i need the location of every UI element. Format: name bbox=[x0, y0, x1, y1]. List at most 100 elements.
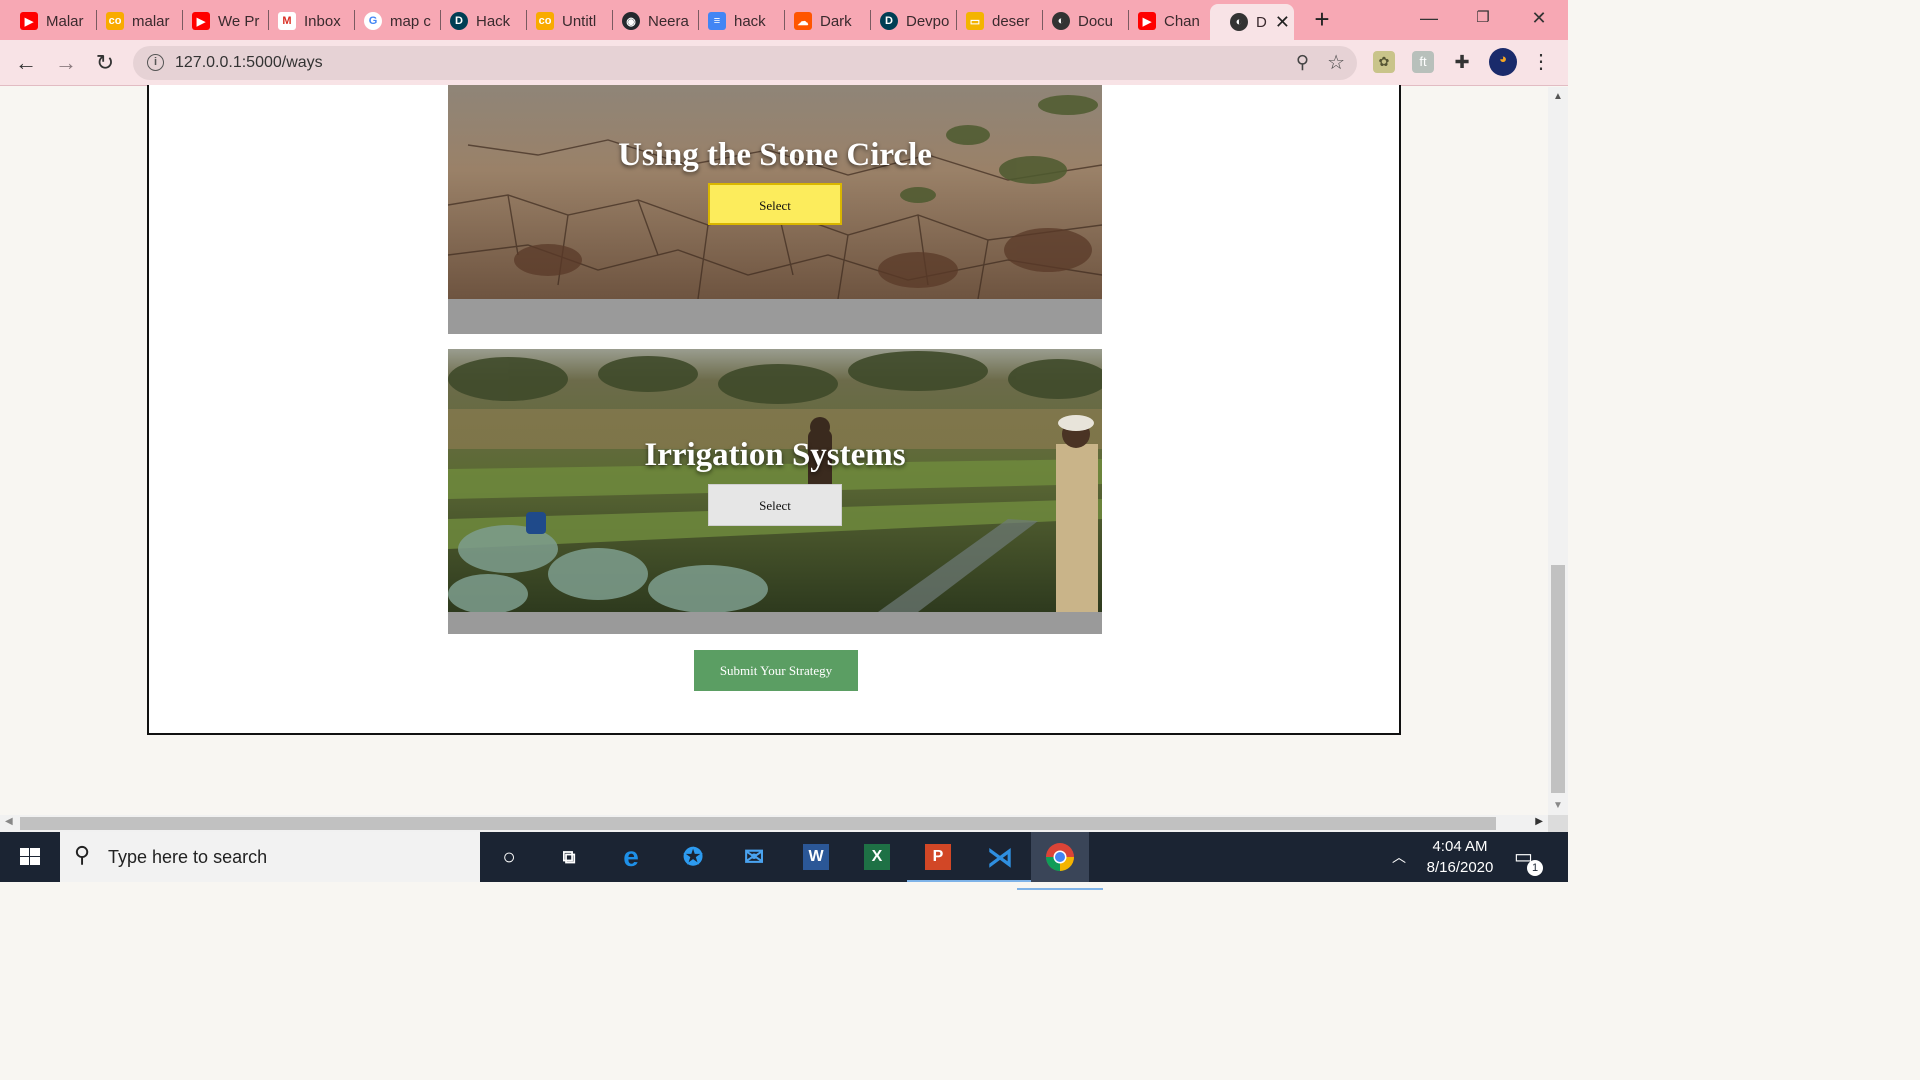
horizontal-scroll-thumb[interactable] bbox=[20, 817, 1496, 830]
clock-time: 4:04 AM bbox=[1432, 838, 1488, 855]
back-icon[interactable]: ← bbox=[12, 49, 40, 77]
tab-9[interactable]: ≡ hack bbox=[688, 6, 784, 36]
tab-13[interactable]: ◐ Docu bbox=[1032, 6, 1128, 36]
close-window-icon[interactable]: ✕ bbox=[1514, 4, 1564, 34]
soundcloud-icon: ☁ bbox=[794, 12, 812, 30]
extensions-puzzle-icon[interactable]: ✚ bbox=[1451, 51, 1473, 73]
colab-icon: co bbox=[536, 12, 554, 30]
tab-4[interactable]: M Inbox bbox=[258, 6, 354, 36]
youtube-icon: ▶ bbox=[192, 12, 210, 30]
google-icon: G bbox=[364, 12, 382, 30]
profile-avatar[interactable]: ◕ bbox=[1489, 48, 1517, 76]
strategy-card-irrigation: Irrigation Systems Select bbox=[448, 349, 1102, 634]
close-tab-icon[interactable]: ✕ bbox=[1275, 12, 1290, 33]
menu-kebab-icon[interactable]: ⋮ bbox=[1530, 51, 1552, 73]
tab-12[interactable]: ▭ deser bbox=[946, 6, 1042, 36]
tab-10[interactable]: ☁ Dark bbox=[774, 6, 870, 36]
extension-icon[interactable]: ft bbox=[1412, 51, 1434, 73]
tab-label: deser bbox=[992, 12, 1030, 30]
colab-icon: co bbox=[106, 12, 124, 30]
scroll-up-arrow-icon[interactable]: ▲ bbox=[1553, 91, 1563, 102]
extension-icon[interactable]: ✿ bbox=[1373, 51, 1395, 73]
tab-label: D bbox=[1256, 13, 1267, 31]
tab-1[interactable]: ▶ Malar bbox=[0, 6, 96, 36]
tab-2[interactable]: co malar bbox=[86, 6, 182, 36]
scroll-left-arrow-icon[interactable]: ◀ bbox=[5, 816, 13, 827]
strategy-card-stone-circle: Using the Stone Circle Select bbox=[448, 85, 1102, 334]
word-icon[interactable]: W bbox=[799, 840, 833, 874]
info-icon[interactable]: i bbox=[147, 54, 164, 71]
task-view-icon[interactable]: ⧉ bbox=[552, 840, 586, 874]
forward-icon[interactable]: → bbox=[52, 49, 80, 77]
vscode-icon[interactable]: ⋊ bbox=[969, 840, 1031, 882]
chrome-icon[interactable] bbox=[1017, 832, 1103, 890]
vertical-scrollbar[interactable]: ▲ ▼ bbox=[1548, 87, 1568, 815]
tab-6[interactable]: D Hack bbox=[430, 6, 526, 36]
card-title: Using the Stone Circle bbox=[618, 137, 932, 173]
windows-taskbar: ⚲ Type here to search ○ ⧉ e ✪ ✉ W X P ⋊ … bbox=[0, 832, 1568, 890]
tab-active[interactable]: ◐ D ✕ bbox=[1210, 4, 1294, 40]
search-placeholder: Type here to search bbox=[108, 847, 268, 867]
notification-count-badge: 1 bbox=[1527, 860, 1543, 876]
start-button[interactable] bbox=[0, 832, 60, 882]
url-text: 127.0.0.1:5000/ways bbox=[175, 54, 323, 71]
tab-11[interactable]: D Devpo bbox=[860, 6, 956, 36]
gmail-icon: M bbox=[278, 12, 296, 30]
devpost-icon: D bbox=[450, 12, 468, 30]
clock[interactable]: 4:04 AM 8/16/2020 bbox=[1420, 838, 1500, 888]
devpost-icon: D bbox=[880, 12, 898, 30]
powerpoint-icon[interactable]: P bbox=[907, 840, 969, 882]
tab-label: Inbox bbox=[304, 12, 341, 30]
mail-icon[interactable]: ✉ bbox=[737, 840, 771, 874]
tab-label: Hack bbox=[476, 12, 511, 30]
globe-icon: ◐ bbox=[1052, 12, 1070, 30]
tab-label: Dark bbox=[820, 12, 852, 30]
scroll-down-arrow-icon[interactable]: ▼ bbox=[1553, 800, 1563, 811]
zoom-icon[interactable]: ⚲ bbox=[1296, 52, 1309, 73]
tab-label: Docu bbox=[1078, 12, 1114, 30]
scroll-right-arrow-icon[interactable]: ▶ bbox=[1535, 816, 1543, 827]
card-title: Irrigation Systems bbox=[644, 437, 906, 473]
select-button-irrigation[interactable]: Select bbox=[708, 484, 842, 526]
browser-toolbar: ← → ↻ i 127.0.0.1:5000/ways ⚲ ☆ ✿ ft ✚ ◕… bbox=[0, 40, 1568, 86]
strategy-container: Using the Stone Circle Select Irrigation… bbox=[147, 85, 1401, 735]
new-tab-icon[interactable]: + bbox=[1310, 6, 1334, 34]
cortana-icon[interactable]: ○ bbox=[492, 840, 526, 874]
safari-like-icon[interactable]: ✪ bbox=[676, 840, 710, 874]
tab-7[interactable]: co Untitl bbox=[516, 6, 612, 36]
tab-8[interactable]: ◉ Neera bbox=[602, 6, 698, 36]
tab-label: Devpo bbox=[906, 12, 950, 30]
globe-icon: ◐ bbox=[1230, 13, 1248, 31]
taskbar-search-box[interactable]: ⚲ Type here to search bbox=[60, 832, 480, 882]
show-hidden-icons-icon[interactable]: ︿ bbox=[1392, 847, 1406, 897]
restore-icon[interactable]: ❐ bbox=[1458, 4, 1508, 34]
clock-date: 8/16/2020 bbox=[1426, 859, 1494, 876]
slides-icon: ▭ bbox=[966, 12, 984, 30]
tab-5[interactable]: G map c bbox=[344, 6, 440, 36]
select-button-stone-circle[interactable]: Select bbox=[708, 183, 842, 225]
address-bar[interactable]: i 127.0.0.1:5000/ways ⚲ ☆ bbox=[133, 46, 1357, 80]
minimize-icon[interactable]: — bbox=[1404, 4, 1454, 34]
scrollbar-corner bbox=[1548, 815, 1568, 832]
tab-label: map c bbox=[390, 12, 431, 30]
submit-strategy-button[interactable]: Submit Your Strategy bbox=[694, 650, 858, 691]
tab-label: malar bbox=[132, 12, 170, 30]
vertical-scroll-thumb[interactable] bbox=[1551, 565, 1565, 793]
tab-label: Malar bbox=[46, 12, 84, 30]
excel-icon[interactable]: X bbox=[860, 840, 894, 874]
tab-label: hack bbox=[734, 12, 766, 30]
horizontal-scrollbar[interactable]: ◀ ▶ bbox=[0, 815, 1548, 832]
page-viewport: Using the Stone Circle Select Irrigation… bbox=[0, 85, 1548, 815]
bookmark-star-icon[interactable]: ☆ bbox=[1327, 50, 1345, 75]
tab-3[interactable]: ▶ We Pr bbox=[172, 6, 268, 36]
docs-icon: ≡ bbox=[708, 12, 726, 30]
tab-14[interactable]: ▶ Chan bbox=[1118, 6, 1208, 36]
youtube-icon: ▶ bbox=[1138, 12, 1156, 30]
tab-label: Neera bbox=[648, 12, 689, 30]
tab-label: Chan bbox=[1164, 12, 1200, 30]
edge-icon[interactable]: e bbox=[614, 840, 648, 874]
tab-label: We Pr bbox=[218, 12, 260, 30]
tab-label: Untitl bbox=[562, 12, 597, 30]
reload-icon[interactable]: ↻ bbox=[91, 49, 119, 77]
github-icon: ◉ bbox=[622, 12, 640, 30]
